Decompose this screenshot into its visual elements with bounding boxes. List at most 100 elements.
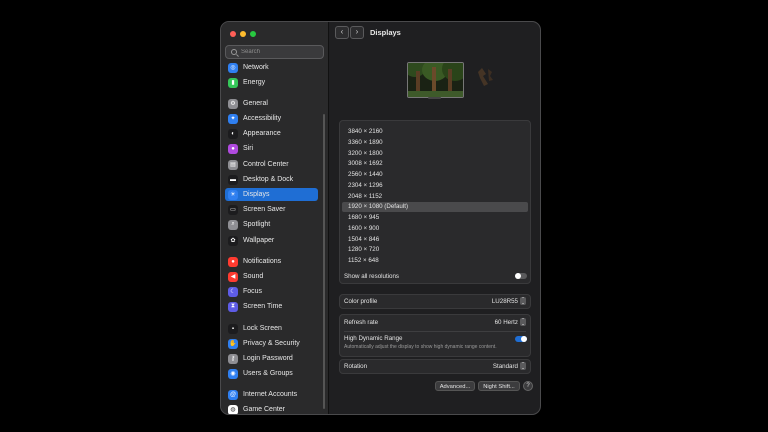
sidebar-item-appearance[interactable]: ◐ Appearance — [225, 127, 318, 140]
sidebar-item-control-center[interactable]: ▤ Control Center — [225, 158, 318, 171]
at-icon: @ — [228, 389, 238, 400]
sidebar-item-users-groups[interactable]: ◉ Users & Groups — [225, 367, 318, 380]
resolution-option[interactable]: 1152 × 648 — [342, 256, 528, 266]
sidebar-item-spotlight[interactable]: ⌕ Spotlight — [225, 218, 318, 231]
refresh-rate-select[interactable]: 60 Hertz ⌃ ⌄ — [495, 318, 526, 326]
resolution-list: 3840 × 2160 3360 × 1890 3200 × 1800 3008 × … — [339, 120, 531, 284]
page-title: Displays — [370, 28, 401, 37]
close-button[interactable] — [230, 31, 236, 37]
users-icon: ◉ — [228, 368, 238, 379]
siri-icon: ● — [228, 143, 238, 154]
sidebar-item-label: Energy — [243, 79, 266, 86]
sidebar-item-label: Lock Screen — [243, 325, 282, 332]
key-icon: ⚷ — [228, 353, 238, 364]
bell-icon: ● — [228, 256, 238, 267]
hand-icon: ✋ — [228, 338, 238, 349]
sidebar-item-accessibility[interactable]: ✦ Accessibility — [225, 112, 318, 125]
hdr-description: Automatically adjust the display to show… — [344, 344, 497, 350]
forward-button[interactable]: › — [350, 26, 364, 39]
sidebar-item-label: Focus — [243, 288, 263, 295]
chevron-left-icon: ‹ — [340, 27, 344, 36]
screensaver-icon: ▭ — [228, 204, 238, 215]
sidebar-item-sound[interactable]: ◀ Sound — [225, 270, 318, 283]
divider — [344, 331, 526, 332]
resolution-option[interactable]: 1680 × 945 — [342, 213, 528, 223]
updown-chevron-icon: ⌃ ⌄ — [520, 317, 526, 326]
night-shift-button[interactable]: Night Shift... — [478, 381, 520, 391]
resolution-option[interactable]: 2560 × 1440 — [342, 170, 528, 180]
sidebar-item-label: Siri — [243, 145, 254, 152]
sidebar-item-notifications[interactable]: ● Notifications — [225, 255, 318, 268]
game-center-icon: ◍ — [228, 404, 238, 414]
display-arrangement-icon — [478, 68, 493, 86]
sidebar-item-label: Network — [243, 64, 269, 71]
sidebar-item-screen-time[interactable]: ⧗ Screen Time — [225, 300, 318, 313]
resolution-option[interactable]: 1504 × 846 — [342, 235, 528, 245]
rotation-label: Rotation — [344, 363, 368, 370]
globe-icon: ◎ — [228, 62, 238, 73]
resolution-option[interactable]: 2048 × 1152 — [342, 192, 528, 202]
help-button[interactable]: ? — [523, 381, 533, 391]
sidebar-item-lock-screen[interactable]: ▪ Lock Screen — [225, 322, 318, 335]
updown-chevron-icon: ⌃ ⌄ — [520, 361, 526, 370]
resolution-option[interactable]: 3200 × 1800 — [342, 149, 528, 159]
sidebar-item-network[interactable]: ◎ Network — [225, 61, 318, 74]
sun-icon: ☀ — [228, 189, 238, 200]
dock-icon: ▬ — [228, 174, 238, 185]
color-profile-row: Color profile LU28R55 ⌃ ⌄ — [339, 294, 531, 309]
resolution-option[interactable]: 1600 × 900 — [342, 224, 528, 234]
resolution-option[interactable]: 3840 × 2160 — [342, 127, 528, 137]
sidebar-item-displays[interactable]: ☀ Displays — [225, 188, 318, 201]
sidebar-item-game-center[interactable]: ◍ Game Center — [225, 403, 318, 414]
zoom-button[interactable] — [250, 31, 256, 37]
appearance-icon: ◐ — [228, 128, 238, 139]
sidebar-item-focus[interactable]: ☾ Focus — [225, 285, 318, 298]
resolution-option[interactable]: 2304 × 1296 — [342, 181, 528, 191]
sidebar-item-label: Displays — [243, 191, 270, 198]
settings-window: ◎ Network ▮ Energy ⚙ General ✦ Accessibility ◐ Ap… — [220, 21, 541, 415]
hourglass-icon: ⧗ — [228, 301, 238, 312]
display-preview[interactable] — [407, 62, 464, 98]
display-settings-card: Refresh rate 60 Hertz ⌃ ⌄ High Dynamic Ra… — [339, 314, 531, 357]
flower-icon: ✿ — [228, 235, 238, 246]
sidebar-item-label: Users & Groups — [243, 370, 293, 377]
gear-icon: ⚙ — [228, 98, 238, 109]
resolution-option[interactable]: 1280 × 720 — [342, 245, 528, 255]
sidebar-item-siri[interactable]: ● Siri — [225, 142, 318, 155]
sidebar-item-general[interactable]: ⚙ General — [225, 97, 318, 110]
refresh-rate-label: Refresh rate — [344, 319, 379, 326]
sidebar-item-login-password[interactable]: ⚷ Login Password — [225, 352, 318, 365]
resolution-option[interactable]: 3008 × 1692 — [342, 159, 528, 169]
sidebar-item-label: Wallpaper — [243, 237, 275, 244]
speaker-icon: ◀ — [228, 271, 238, 282]
sidebar-item-label: Notifications — [243, 258, 282, 265]
sidebar-item-energy[interactable]: ▮ Energy — [225, 76, 318, 89]
back-button[interactable]: ‹ — [335, 26, 349, 39]
advanced-button[interactable]: Advanced... — [435, 381, 475, 391]
search-input[interactable] — [241, 49, 321, 55]
show-all-resolutions-toggle[interactable] — [515, 273, 527, 279]
sidebar-item-label: Screen Saver — [243, 206, 286, 213]
sidebar-item-wallpaper[interactable]: ✿ Wallpaper — [225, 234, 318, 247]
sidebar-item-desktop-dock[interactable]: ▬ Desktop & Dock — [225, 173, 318, 186]
hdr-toggle[interactable] — [515, 336, 527, 342]
minimize-button[interactable] — [240, 31, 246, 37]
main-pane: ‹ › Displays 3840 × 2160 3360 × 1890 3200 … — [329, 22, 540, 414]
rotation-row: Rotation Standard ⌃ ⌄ — [339, 359, 531, 374]
sidebar-item-label: Accessibility — [243, 115, 282, 122]
sidebar-item-label: Internet Accounts — [243, 391, 298, 398]
search-field[interactable] — [225, 45, 324, 59]
resolution-option[interactable]: 3360 × 1890 — [342, 138, 528, 148]
updown-chevron-icon: ⌃ ⌄ — [520, 296, 526, 305]
sidebar-scrollbar[interactable] — [323, 114, 325, 409]
resolution-option[interactable]: 1920 × 1080 (Default) — [342, 202, 528, 213]
sidebar-item-screen-saver[interactable]: ▭ Screen Saver — [225, 203, 318, 216]
rotation-select[interactable]: Standard ⌃ ⌄ — [493, 362, 526, 370]
battery-icon: ▮ — [228, 77, 238, 88]
sidebar-item-privacy-security[interactable]: ✋ Privacy & Security — [225, 337, 318, 350]
sidebar-item-label: Appearance — [243, 130, 281, 137]
toolbar: ‹ › Displays — [335, 26, 401, 39]
show-all-resolutions-label: Show all resolutions — [344, 273, 400, 280]
color-profile-select[interactable]: LU28R55 ⌃ ⌄ — [492, 297, 526, 305]
sidebar-item-internet-accounts[interactable]: @ Internet Accounts — [225, 388, 318, 401]
